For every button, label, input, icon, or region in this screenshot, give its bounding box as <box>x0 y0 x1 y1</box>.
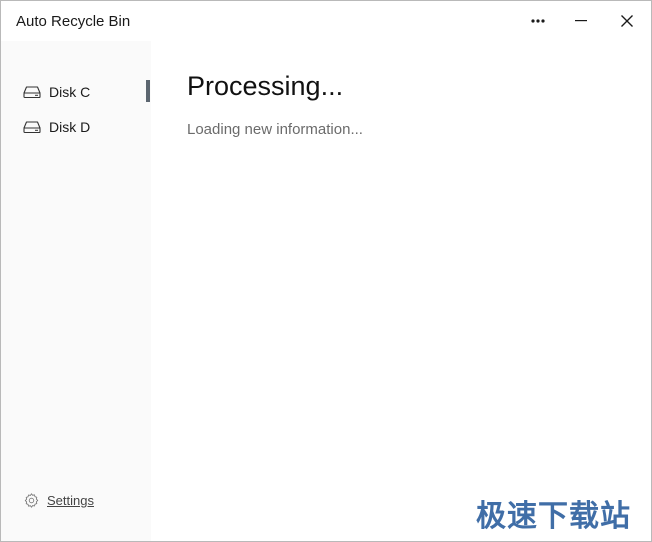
ellipsis-icon <box>531 19 545 23</box>
status-message: Loading new information... <box>187 121 363 138</box>
more-options-button[interactable] <box>516 1 560 41</box>
app-window: Auto Recycle Bin Disk C Disk D Settings … <box>0 0 652 542</box>
sidebar-item-label: Disk C <box>49 84 91 100</box>
drive-icon <box>23 86 41 99</box>
active-item-indicator <box>146 80 150 102</box>
settings-label: Settings <box>47 493 94 508</box>
close-icon <box>621 15 633 27</box>
settings-link[interactable]: Settings <box>21 491 131 511</box>
close-button[interactable] <box>605 1 649 41</box>
minimize-button[interactable] <box>559 1 603 41</box>
sidebar: Disk C Disk D Settings <box>1 41 151 541</box>
sidebar-item-disk-c[interactable]: Disk C <box>1 77 151 107</box>
sidebar-item-label: Disk D <box>49 119 91 135</box>
watermark-logo: 极速下载站 <box>476 499 631 534</box>
status-heading: Processing... <box>187 71 344 101</box>
app-title: Auto Recycle Bin <box>16 13 131 30</box>
title-bar[interactable]: Auto Recycle Bin <box>1 1 651 41</box>
minimize-icon <box>575 20 587 22</box>
drive-icon <box>23 121 41 134</box>
main-content: Processing... Loading new information...… <box>151 41 651 541</box>
gear-icon <box>24 493 39 508</box>
sidebar-item-disk-d[interactable]: Disk D <box>1 112 151 142</box>
